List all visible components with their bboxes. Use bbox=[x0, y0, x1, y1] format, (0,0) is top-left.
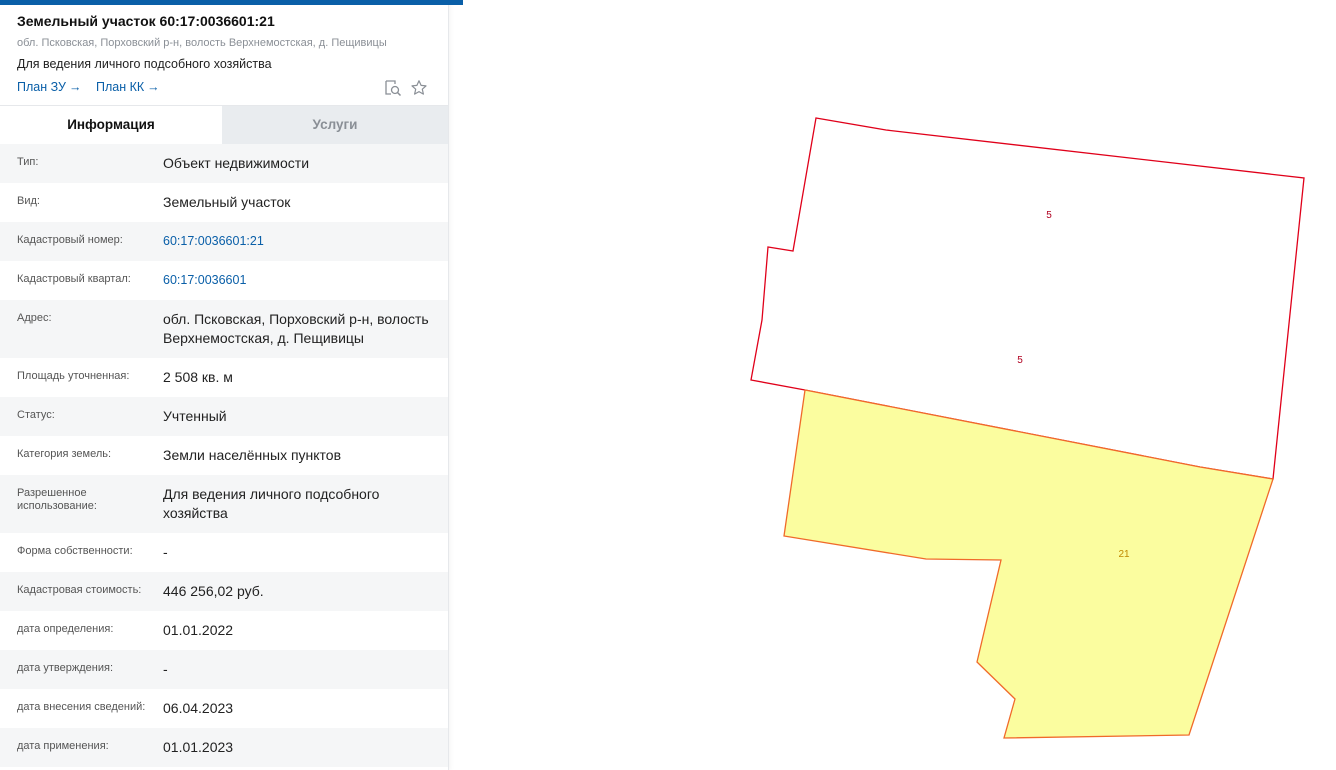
info-row: дата утверждения: - bbox=[0, 650, 448, 689]
info-row-label: Вид: bbox=[17, 195, 40, 207]
info-row: дата определения: 01.01.2022 bbox=[0, 611, 448, 650]
info-row-value: Объект недвижимости bbox=[163, 155, 310, 171]
header-address: обл. Псковская, Порховский р-н, волость … bbox=[17, 37, 387, 49]
info-row-label: Форма собственности: bbox=[17, 545, 133, 557]
info-row: дата применения: 01.01.2023 bbox=[0, 728, 448, 767]
info-row-label: Тип: bbox=[17, 156, 39, 168]
info-row-value: Для ведения личного подсобного хозяйства bbox=[163, 486, 380, 521]
info-row-label: Адрес: bbox=[17, 312, 52, 324]
info-row-label: Кадастровый номер: bbox=[17, 234, 123, 246]
info-row: Вид: Земельный участок bbox=[0, 183, 448, 222]
tab-services[interactable]: Услуги bbox=[222, 106, 448, 144]
info-row: Кадастровый номер: 60:17:0036601:21 bbox=[0, 222, 448, 261]
info-row-label: Статус: bbox=[17, 409, 55, 421]
info-row-value: - bbox=[163, 661, 168, 677]
info-row-value: Учтенный bbox=[163, 408, 227, 424]
info-row-value: Земли населённых пунктов bbox=[163, 447, 342, 463]
info-row: Категория земель: Земли населённых пункто… bbox=[0, 436, 448, 475]
info-row-value: 01.01.2022 bbox=[163, 622, 234, 638]
info-row: Тип: Объект недвижимости bbox=[0, 144, 448, 183]
info-row-label: Площадь уточненная: bbox=[17, 370, 130, 382]
arrow-right-icon: → bbox=[68, 80, 82, 94]
info-row-label: дата определения: bbox=[17, 623, 114, 635]
info-row-label: дата внесения сведений: bbox=[17, 701, 146, 713]
info-row-value: Земельный участок bbox=[163, 194, 291, 210]
info-row-value: 446 256,02 руб. bbox=[163, 583, 264, 599]
info-row-label: Разрешенное использование: bbox=[17, 487, 97, 512]
info-row-link-value[interactable]: 60:17:0036601:21 bbox=[163, 232, 448, 251]
plan-zu-label: План ЗУ bbox=[17, 80, 66, 94]
info-row-label: дата утверждения: bbox=[17, 662, 114, 674]
info-panel: Земельный участок 60:17:0036601:21 обл. … bbox=[0, 0, 463, 770]
info-row: Форма собственности: - bbox=[0, 533, 448, 572]
cadastral-map[interactable]: 5 5 21 bbox=[449, 0, 1336, 770]
info-row: Адрес: обл. Псковская, Порховский р-н, во… bbox=[0, 300, 448, 358]
info-row: Площадь уточненная: 2 508 кв. м bbox=[0, 358, 448, 397]
parcel-21-label: 21 bbox=[1118, 549, 1130, 560]
parcel-5-lower-label: 5 bbox=[1017, 355, 1023, 366]
info-row: дата внесения сведений: 06.04.2023 bbox=[0, 689, 448, 728]
info-row-value: - bbox=[163, 544, 168, 560]
info-row: Кадастровая стоимость: 446 256,02 руб. bbox=[0, 572, 448, 611]
info-row-value: 2 508 кв. м bbox=[163, 369, 233, 385]
info-row-label: Кадастровый квартал: bbox=[17, 273, 131, 285]
info-row-label: Категория земель: bbox=[17, 448, 112, 460]
info-row: Статус: Учтенный bbox=[0, 397, 448, 436]
info-row-value: обл. Псковская, Порховский р-н, волость … bbox=[163, 311, 429, 346]
info-row-value: 01.01.2023 bbox=[163, 739, 234, 755]
plan-kk-label: План КК bbox=[96, 80, 145, 94]
parcel-5-upper-label: 5 bbox=[1046, 210, 1052, 221]
tab-bar: Информация Услуги bbox=[0, 105, 448, 144]
page-title: Земельный участок 60:17:0036601:21 bbox=[17, 13, 275, 29]
arrow-right-icon: → bbox=[147, 80, 160, 94]
info-table: Тип: Объект недвижимости Вид: Земельный уча… bbox=[0, 144, 448, 767]
info-row-link-value[interactable]: 60:17:0036601 bbox=[163, 271, 448, 290]
star-icon[interactable] bbox=[410, 79, 428, 97]
info-row: Кадастровый квартал: 60:17:0036601 bbox=[0, 261, 448, 300]
panel-top-bar bbox=[0, 0, 463, 5]
plan-kk-link[interactable]: План КК → bbox=[96, 80, 160, 94]
search-document-icon[interactable] bbox=[384, 79, 402, 97]
tab-information[interactable]: Информация bbox=[0, 106, 222, 144]
header-purpose: Для ведения личного подсобного хозяйства bbox=[17, 57, 272, 71]
info-row-label: Кадастровая стоимость: bbox=[17, 584, 142, 596]
info-row-label: дата применения: bbox=[17, 740, 109, 752]
info-row: Разрешенное использование: Для ведения ли… bbox=[0, 475, 448, 533]
parcel-21-polygon[interactable] bbox=[783, 389, 1274, 739]
plan-zu-link[interactable]: План ЗУ → bbox=[17, 80, 81, 94]
info-row-value: 06.04.2023 bbox=[163, 700, 234, 716]
